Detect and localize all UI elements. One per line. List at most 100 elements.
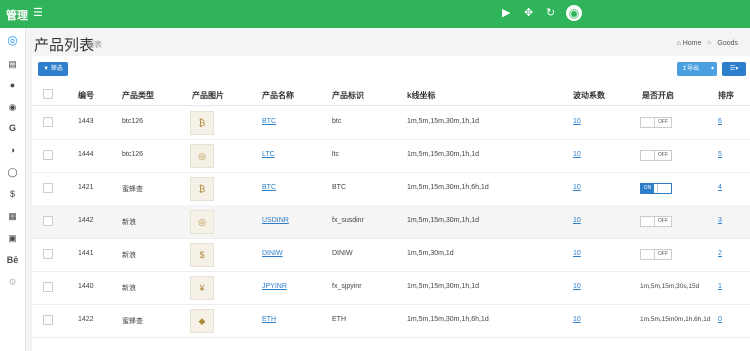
cell-sort-link[interactable]: 5 <box>718 151 722 158</box>
open-toggle[interactable]: OFF <box>640 249 672 260</box>
chart-icon[interactable]: ▤ <box>0 59 25 70</box>
table-row[interactable]: 1422 蜜蜂查 ◆ ETH ETH 1m,5m,15m,30m,1h,6h,1d 10 1m… <box>32 304 750 338</box>
row-checkbox[interactable] <box>43 249 53 259</box>
chevron-down-icon: ▾ <box>735 66 739 72</box>
breadcrumb-home[interactable]: Home <box>683 40 702 47</box>
image-icon[interactable]: ▣ <box>0 233 25 244</box>
cell-sort-link[interactable]: 3 <box>718 217 722 224</box>
cell-id: 1421 <box>78 184 94 191</box>
header-coefficient[interactable]: 波动系数 <box>573 90 605 101</box>
cell-symbol: ltc <box>332 151 339 158</box>
cell-name-link[interactable]: ETH <box>262 316 276 323</box>
row-checkbox[interactable] <box>43 315 53 325</box>
circle-icon[interactable]: ◉ <box>0 102 25 113</box>
cell-sort-link[interactable]: 2 <box>718 250 722 257</box>
cell-kline: 1m,5m,15m,30m,1h,1d <box>407 283 479 290</box>
cell-kline: 1m,5m,15m,30m,1h,1d <box>407 217 479 224</box>
cell-kline: 1m,5m,15m,30m,1h,6h,1d <box>407 184 489 191</box>
be-icon[interactable]: Bē <box>0 255 25 265</box>
open-toggle[interactable]: OFF <box>640 117 672 128</box>
row-checkbox[interactable] <box>43 282 53 292</box>
row-checkbox[interactable] <box>43 216 53 226</box>
cell-coefficient-link[interactable]: 10 <box>573 250 581 257</box>
cell-coefficient-link[interactable]: 10 <box>573 217 581 224</box>
table-row[interactable]: 1441 新浪 $ DINIW DINIW 1m,5m,30m,1d 10 OFF 2 <box>32 238 750 272</box>
table-header: 编号 产品类型 产品图片 产品名称 产品标识 k线坐标 波动系数 是否开启 排序 <box>32 83 750 106</box>
cell-type: btc126 <box>122 151 144 158</box>
row-checkbox[interactable] <box>43 183 53 193</box>
dollar-icon[interactable]: $ <box>0 189 25 199</box>
header-type[interactable]: 产品类型 <box>122 90 154 101</box>
cell-sort-link[interactable]: 4 <box>718 184 722 191</box>
half-circle-icon[interactable]: ◑ <box>0 145 25 155</box>
header-name[interactable]: 产品名称 <box>262 90 294 101</box>
cell-name-link[interactable]: BTC <box>262 184 276 191</box>
refresh-icon[interactable]: ↻ <box>546 6 555 19</box>
table-row[interactable]: 1421 蜜蜂查 ₿ BTC BTC 1m,5m,15m,30m,1h,6h,1d 10 ON… <box>32 172 750 206</box>
cell-coefficient-link[interactable]: 10 <box>573 184 581 191</box>
header-image[interactable]: 产品图片 <box>192 90 224 101</box>
cell-coefficient-link[interactable]: 10 <box>573 151 581 158</box>
filter-label: 筛选 <box>50 66 63 72</box>
cell-name-link[interactable]: USDINR <box>262 217 289 224</box>
cell-id: 1442 <box>78 217 94 224</box>
cell-sort-link[interactable]: 1 <box>718 283 722 290</box>
row-checkbox[interactable] <box>43 150 53 160</box>
coins-icon: ◎ <box>190 144 214 168</box>
filter-icon: ▼ <box>43 66 50 72</box>
table-row[interactable]: 1444 btc126 ◎ LTC ltc 1m,5m,15m,30m,1h,1d 10 OF… <box>32 139 750 173</box>
cell-id: 1440 <box>78 283 94 290</box>
g-icon[interactable]: G <box>0 123 25 133</box>
header-kline[interactable]: k线坐标 <box>407 90 435 101</box>
menu-icon[interactable]: ☰ <box>33 6 43 19</box>
table-row[interactable]: 1442 新浪 ◎ USDINR fx_susdinr 1m,5m,15m,30m,1h,… <box>32 205 750 239</box>
user-avatar[interactable]: ◉ <box>566 5 582 21</box>
cell-sort-link[interactable]: 0 <box>718 316 722 323</box>
expand-icon[interactable]: ✥ <box>524 6 533 19</box>
calculator-icon[interactable]: ▦ <box>0 211 25 222</box>
open-toggle[interactable]: ON <box>640 183 672 194</box>
cell-sort-link[interactable]: 6 <box>718 118 722 125</box>
open-toggle[interactable]: OFF <box>640 150 672 161</box>
gear-icon[interactable]: ⚙ <box>0 277 25 288</box>
cell-name-link[interactable]: BTC <box>262 118 276 125</box>
toggle-label: ON <box>641 184 654 193</box>
toggle-label: OFF <box>658 152 668 158</box>
cell-type: 新浪 <box>122 219 136 226</box>
cell-coefficient-link[interactable]: 10 <box>573 283 581 290</box>
header-symbol[interactable]: 产品标识 <box>332 90 364 101</box>
cell-coefficient-link[interactable]: 10 <box>573 316 581 323</box>
cell-id: 1443 <box>78 118 94 125</box>
cell-coefficient-link[interactable]: 10 <box>573 118 581 125</box>
cell-name-link[interactable]: DINIW <box>262 250 283 257</box>
export-button[interactable]: ↥导出 ▾ <box>677 62 717 76</box>
yen-coin-icon: ¥ <box>190 276 214 300</box>
play-icon[interactable]: ▶ <box>502 6 510 19</box>
header-id[interactable]: 编号 <box>78 90 94 101</box>
row-checkbox[interactable] <box>43 117 53 127</box>
cell-symbol: BTC <box>332 184 346 191</box>
header-sort[interactable]: 排序 <box>718 90 734 101</box>
chevron-down-icon: ▾ <box>710 66 714 72</box>
cell-id: 1441 <box>78 250 94 257</box>
columns-button[interactable]: ☰▾ <box>722 62 746 76</box>
cell-symbol: fx_sjpyinr <box>332 283 362 290</box>
table-row[interactable]: 1440 新浪 ¥ JPYINR fx_sjpyinr 1m,5m,15m,30m,1h,… <box>32 271 750 305</box>
header-open[interactable]: 是否开启 <box>642 90 674 101</box>
select-all-checkbox[interactable] <box>43 89 53 99</box>
cell-type: 蜜蜂查 <box>122 318 143 325</box>
coins-icon: ◎ <box>190 210 214 234</box>
user-icon[interactable]: ● <box>0 80 25 90</box>
ring-icon[interactable]: ◯ <box>0 167 25 178</box>
sidebar: ◎ ▤ ● ◉ G ◑ ◯ $ ▦ ▣ Bē ⚙ <box>0 28 26 351</box>
table-row[interactable]: 1443 btc126 ₿ BTC btc 1m,5m,15m,30m,1h,1d 10 OF… <box>32 106 750 140</box>
cell-name-link[interactable]: JPYINR <box>262 283 287 290</box>
open-toggle[interactable]: OFF <box>640 216 672 227</box>
toggle-label: OFF <box>658 218 668 224</box>
filter-button[interactable]: ▼ 筛选 <box>38 62 68 76</box>
content-area: 产品列表 列表 ⌂ Home > Goods ▼ 筛选 ↥导出 ▾ ☰▾ 编号 … <box>26 28 750 351</box>
dashboard-icon[interactable]: ◎ <box>0 33 25 47</box>
cell-name-link[interactable]: LTC <box>262 151 275 158</box>
page-subtitle: 列表 <box>86 40 102 49</box>
brand-title[interactable]: 管理 <box>6 7 28 23</box>
